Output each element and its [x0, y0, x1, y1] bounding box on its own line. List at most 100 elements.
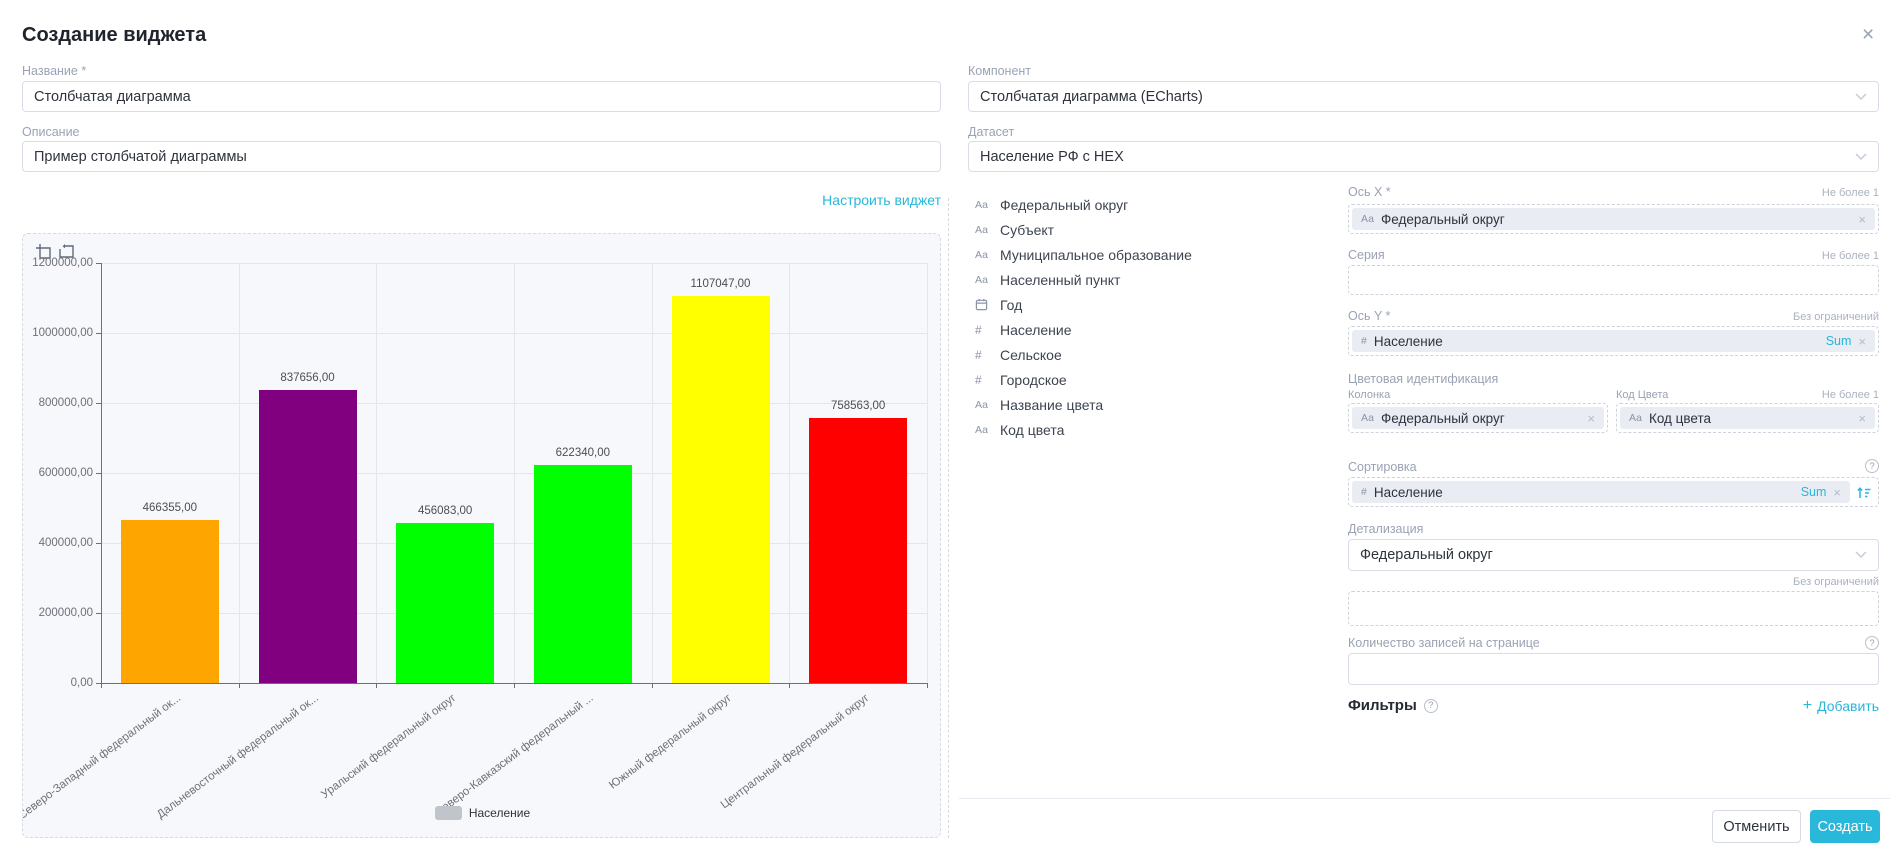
axis-x-limit: Не более 1	[1822, 187, 1879, 199]
description-input[interactable]: Пример столбчатой диаграммы	[22, 141, 941, 172]
number-type-icon: #	[1361, 486, 1367, 498]
create-button[interactable]: Создать	[1810, 810, 1880, 843]
sort-ascending-icon[interactable]	[1856, 485, 1872, 501]
y-axis-tick-label: 200000,00	[27, 606, 93, 620]
sorting-chip[interactable]: # Население Sum ×	[1352, 481, 1850, 503]
chevron-down-icon	[1855, 153, 1867, 161]
legend-swatch	[435, 806, 462, 820]
component-select[interactable]: Столбчатая диаграмма (ECharts)	[968, 81, 1879, 112]
dataset-field[interactable]: АаФедеральный округ	[975, 192, 1315, 217]
text-type-icon: Аа	[1361, 412, 1374, 424]
grid-line-v	[239, 263, 240, 683]
add-filter-button[interactable]: + Добавить	[1803, 698, 1879, 714]
bar[interactable]	[672, 296, 770, 683]
y-axis-tick-label: 400000,00	[27, 536, 93, 550]
dataset-field[interactable]: АаСубъект	[975, 217, 1315, 242]
color-column-chip-label: Федеральный округ	[1381, 411, 1505, 426]
color-column-dropzone[interactable]: Аа Федеральный округ ×	[1348, 403, 1608, 433]
bar-value-label: 1107047,00	[656, 278, 786, 290]
filters-label: Фильтры	[1348, 697, 1417, 714]
drilldown-select[interactable]: Федеральный округ	[1348, 539, 1879, 571]
dataset-select-value: Население РФ с HEX	[980, 149, 1124, 165]
aggregation-badge[interactable]: Sum	[1826, 334, 1852, 348]
x-axis-category-label: Северо-Западный федеральный ок...	[22, 692, 183, 822]
series-dropzone[interactable]	[1348, 265, 1879, 295]
text-type-icon: Аа	[975, 424, 992, 436]
help-icon[interactable]: ?	[1865, 459, 1879, 473]
text-type-icon: Аа	[1629, 412, 1642, 424]
page-size-label: Количество записей на странице	[1348, 636, 1540, 650]
chart-legend[interactable]: Население	[23, 806, 941, 820]
remove-icon[interactable]: ×	[1858, 212, 1866, 227]
chevron-down-icon	[1855, 93, 1867, 101]
dataset-field[interactable]: Год	[975, 292, 1315, 317]
color-code-chip[interactable]: Аа Код цвета ×	[1620, 407, 1875, 429]
y-axis-tick-label: 1200000,00	[27, 256, 93, 270]
dataset-field-label: Название цвета	[1000, 397, 1103, 413]
dataset-field[interactable]: #Городское	[975, 367, 1315, 392]
x-axis-category-label: Южный федеральный округ	[607, 692, 734, 792]
add-filter-label: Добавить	[1817, 698, 1879, 714]
description-label: Описание	[22, 125, 80, 139]
bar[interactable]	[809, 418, 907, 683]
y-axis-tick-label: 800000,00	[27, 396, 93, 410]
help-icon[interactable]: ?	[1865, 636, 1879, 650]
bar[interactable]	[259, 390, 357, 683]
dataset-field[interactable]: #Население	[975, 317, 1315, 342]
close-icon[interactable]: ×	[1862, 24, 1874, 45]
description-input-value: Пример столбчатой диаграммы	[34, 149, 247, 165]
bar-value-label: 456083,00	[380, 505, 510, 517]
legend-label: Население	[469, 806, 530, 820]
component-select-value: Столбчатая диаграмма (ECharts)	[980, 89, 1203, 105]
page-size-input[interactable]	[1348, 653, 1879, 685]
axis-y-dropzone[interactable]: # Население Sum ×	[1348, 326, 1879, 356]
remove-icon[interactable]: ×	[1833, 485, 1841, 500]
remove-icon[interactable]: ×	[1858, 334, 1866, 349]
axis-y-chip[interactable]: # Население Sum ×	[1352, 330, 1875, 352]
aggregation-badge[interactable]: Sum	[1801, 485, 1827, 499]
cancel-button[interactable]: Отменить	[1712, 810, 1801, 843]
bar[interactable]	[534, 465, 632, 683]
dataset-field-label: Сельское	[1000, 347, 1062, 363]
color-code-chip-label: Код цвета	[1649, 411, 1711, 426]
x-axis-category-label: Уральский федеральный округ	[319, 692, 458, 801]
color-code-dropzone[interactable]: Аа Код цвета ×	[1616, 403, 1879, 433]
bar-value-label: 622340,00	[518, 447, 648, 459]
dataset-field[interactable]: АаНазвание цвета	[975, 392, 1315, 417]
axis-y-chip-label: Население	[1374, 334, 1443, 349]
axis-x-chip[interactable]: Аа Федеральный округ ×	[1352, 208, 1875, 230]
remove-icon[interactable]: ×	[1587, 411, 1595, 426]
dataset-field-label: Федеральный округ	[1000, 197, 1128, 213]
axis-x-chip-label: Федеральный округ	[1381, 212, 1505, 227]
grid-line-v	[376, 263, 377, 683]
help-icon[interactable]: ?	[1424, 699, 1438, 713]
axis-x-dropzone[interactable]: Аа Федеральный округ ×	[1348, 204, 1879, 234]
name-input[interactable]: Столбчатая диаграмма	[22, 81, 941, 112]
sorting-dropzone[interactable]: # Население Sum ×	[1348, 477, 1879, 507]
bar-value-label: 758563,00	[793, 400, 923, 412]
number-type-icon: #	[1361, 335, 1367, 347]
remove-icon[interactable]: ×	[1858, 411, 1866, 426]
grid-line-v	[652, 263, 653, 683]
series-limit: Не более 1	[1822, 250, 1879, 262]
sorting-label: Сортировка	[1348, 460, 1417, 474]
color-code-label: Код Цвета	[1616, 389, 1668, 401]
dataset-field[interactable]: #Сельское	[975, 342, 1315, 367]
axis-x-label: Ось X *	[1348, 185, 1391, 199]
bar[interactable]	[121, 520, 219, 683]
color-code-limit: Не более 1	[1822, 389, 1879, 401]
color-column-chip[interactable]: Аа Федеральный округ ×	[1352, 407, 1604, 429]
extra-dropzone[interactable]	[1348, 591, 1879, 626]
bar[interactable]	[396, 523, 494, 683]
number-type-icon: #	[975, 323, 992, 337]
dataset-field[interactable]: АаКод цвета	[975, 417, 1315, 442]
dataset-field-label: Муниципальное образование	[1000, 247, 1192, 263]
dialog-title: Создание виджета	[22, 24, 206, 47]
component-label: Компонент	[968, 64, 1031, 78]
configure-widget-link[interactable]: Настроить виджет	[822, 192, 941, 208]
dataset-select[interactable]: Население РФ с HEX	[968, 141, 1879, 172]
dataset-field[interactable]: АаМуниципальное образование	[975, 242, 1315, 267]
dataset-field[interactable]: АаНаселенный пункт	[975, 267, 1315, 292]
dataset-field-label: Населенный пункт	[1000, 272, 1120, 288]
extra-dropzone-limit: Без ограничений	[1793, 576, 1879, 588]
